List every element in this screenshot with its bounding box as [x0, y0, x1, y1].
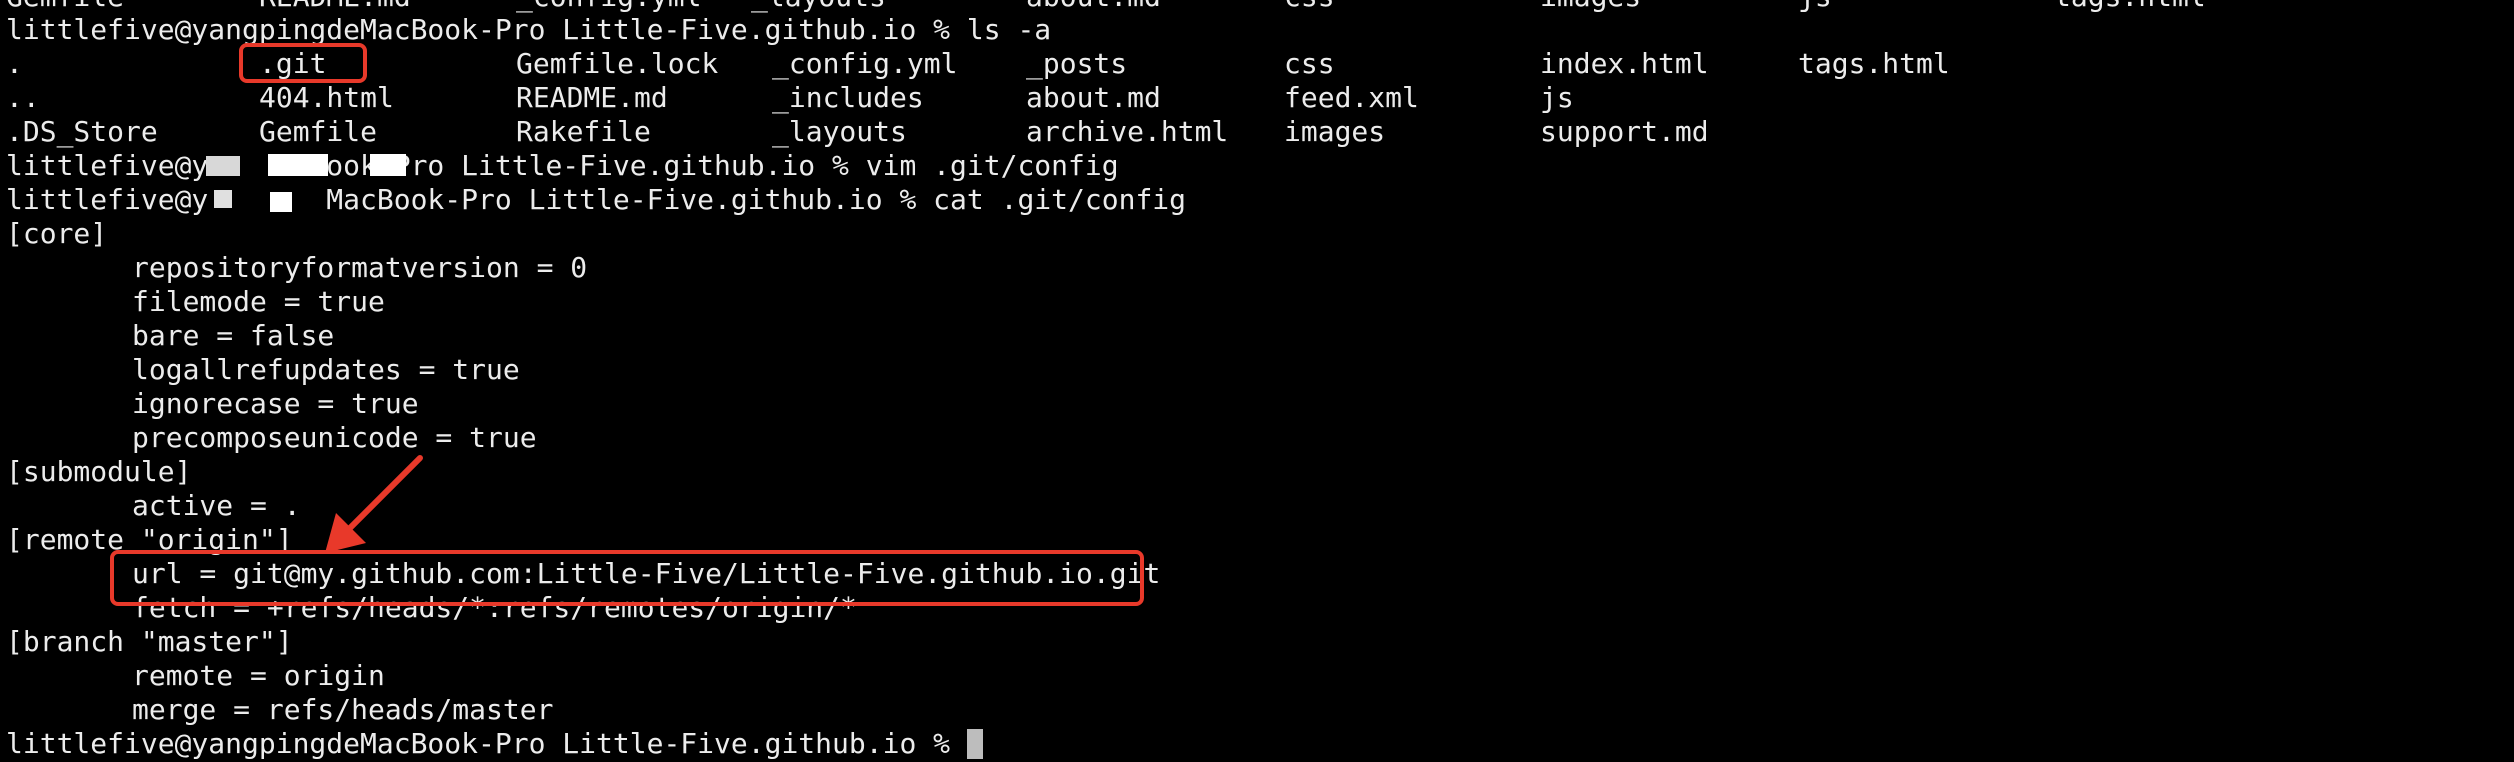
url-highlight-box [110, 550, 1144, 606]
config-line: bare = false [132, 319, 335, 352]
redaction-mark [206, 156, 240, 176]
arrow-head [325, 513, 366, 553]
command-line-ls: littlefive@yangpingdeMacBook-Pro Little-… [6, 13, 1051, 47]
text-cursor [966, 729, 983, 759]
command-text: ls -a [966, 13, 1052, 46]
redaction-mark [370, 154, 406, 176]
config-line: repositoryformatversion = 0 [132, 251, 588, 284]
arrow-shaft [345, 455, 423, 533]
config-line: [submodule] [6, 455, 192, 488]
git-highlight-box [239, 43, 367, 83]
command-line-cat: littlefive@y MacBook-Pro Little-Five.git… [6, 183, 1187, 216]
config-line: [branch "master"] [6, 625, 293, 658]
config-line: remote = origin [132, 659, 385, 692]
config-line: logallrefupdates = true [132, 353, 520, 386]
redaction-mark [214, 190, 232, 208]
config-line: merge = refs/heads/master [132, 693, 554, 726]
shell-prompt: littlefive@yangpingdeMacBook-Pro Little-… [6, 727, 967, 760]
ls-output-row: .DS_Store Gemfile Rakefile _layouts arch… [6, 115, 1709, 148]
redaction-mark [270, 192, 292, 212]
config-line: [core] [6, 217, 108, 250]
config-line: ignorecase = true [132, 387, 419, 420]
terminal-window[interactable]: Gemfile README.md _config.yml _layouts a… [0, 0, 2514, 762]
ls-output-row: .. 404.html README.md _includes about.md… [6, 81, 1574, 114]
redaction-mark [268, 154, 328, 176]
ls-output-row: . .git Gemfile.lock _config.yml _posts c… [6, 47, 1950, 80]
truncated-output-line: Gemfile README.md _config.yml _layouts a… [6, 0, 2206, 14]
command-line-prompt[interactable]: littlefive@yangpingdeMacBook-Pro Little-… [6, 727, 983, 761]
command-line-vim: littlefive@y ook-Pro Little-Five.github.… [6, 149, 1119, 182]
config-line: filemode = true [132, 285, 385, 318]
config-line: precomposeunicode = true [132, 421, 537, 454]
shell-prompt: littlefive@yangpingdeMacBook-Pro Little-… [6, 13, 967, 46]
config-line: active = . [132, 489, 301, 522]
